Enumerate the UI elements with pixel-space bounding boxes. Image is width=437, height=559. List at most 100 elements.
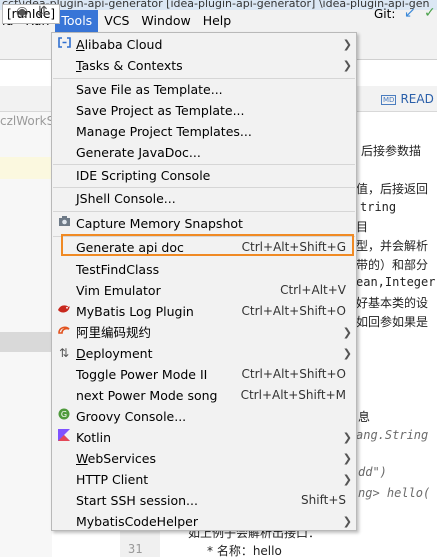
menu-item-http-client[interactable]: HTTP Client ❯	[52, 469, 356, 490]
chevron-right-icon: ❯	[342, 59, 352, 72]
code-line: 带的）和部分	[356, 258, 429, 272]
window-title-bar: cct\idea-plugin-api-generator [idea-plug…	[0, 0, 437, 10]
tab-readme[interactable]: MD READ	[376, 86, 437, 112]
menu-item-generate-javadoc[interactable]: Generate JavaDoc...	[52, 142, 356, 163]
code-line: dd")	[358, 465, 387, 479]
menu-item-shortcut: Ctrl+Alt+Shift+O	[241, 367, 346, 381]
menu-item-label: Start SSH session...	[76, 493, 198, 508]
menu-item-shortcut: Shift+S	[301, 493, 346, 507]
menu-item-label: TestFindClass	[76, 262, 160, 277]
menu-item-label: Alibaba Cloud	[76, 37, 163, 52]
menu-item-kotlin[interactable]: Kotlin ❯	[52, 427, 356, 448]
code-line: ang.String	[356, 428, 429, 442]
code-line: 后接参数描	[361, 144, 422, 158]
menu-item-label: MybatisCodeHelper	[76, 514, 198, 529]
menu-item-label: IDE Scripting Console	[76, 168, 211, 183]
menu-item-tasks-contexts[interactable]: Tasks & Contexts ❯	[52, 55, 356, 76]
menu-item-capture-memory-snapshot[interactable]: Capture Memory Snapshot	[52, 213, 356, 234]
menu-item-label: Deployment	[76, 346, 153, 361]
code-line: 息	[358, 410, 371, 424]
menu-item-shortcut: Ctrl+Alt+Shift+M	[240, 388, 346, 402]
menu-bar: ld Run Tools VCS Window Help	[0, 10, 437, 32]
menu-item-testfindclass[interactable]: TestFindClass	[52, 259, 356, 280]
chevron-right-icon: ❯	[342, 38, 352, 51]
tools-dropdown-menu: Alibaba Cloud ❯ Tasks & Contexts ❯ Save …	[51, 32, 357, 531]
alibaba-cloud-icon	[57, 34, 71, 55]
git-label: Git:	[374, 7, 396, 21]
menu-item-label: Manage Project Templates...	[76, 124, 252, 139]
menu-item-groovy-console[interactable]: G Groovy Console...	[52, 406, 356, 427]
code-line: 好基本类的设	[356, 296, 429, 310]
menu-vcs[interactable]: VCS	[98, 10, 135, 32]
menu-item-mybatis-log-plugin[interactable]: MyBatis Log Plugin Ctrl+Alt+Shift+O	[52, 301, 356, 322]
chevron-right-icon: ❯	[342, 473, 352, 486]
menu-item-jshell-console[interactable]: JShell Console...	[52, 188, 356, 209]
git-commit-icon[interactable]: ✓	[424, 5, 436, 21]
menu-help[interactable]: Help	[197, 10, 238, 32]
menu-separator	[53, 211, 355, 212]
menu-item-save-project-template[interactable]: Save Project as Template...	[52, 100, 356, 121]
deployment-icon: ⇅	[58, 346, 70, 360]
menu-item-label: Tasks & Contexts	[76, 58, 183, 73]
menu-item-deployment[interactable]: ⇅ Deployment ❯	[52, 343, 356, 364]
memory-snapshot-icon	[57, 213, 71, 234]
menu-item-label: Toggle Power Mode II	[76, 367, 208, 382]
menu-item-toggle-power-mode[interactable]: Toggle Power Mode II Ctrl+Alt+Shift+O	[52, 364, 356, 385]
menu-item-shortcut: Ctrl+Alt+Shift+G	[241, 240, 346, 254]
menu-item-label: 阿里编码规约	[76, 325, 152, 340]
menu-item-shortcut: Ctrl+Alt+V	[280, 283, 346, 297]
menu-item-start-ssh-session[interactable]: Start SSH session... Shift+S	[52, 490, 356, 511]
menu-tools[interactable]: Tools	[55, 10, 99, 32]
menu-item-label: MyBatis Log Plugin	[76, 304, 194, 319]
mybatis-bird-icon	[57, 301, 71, 322]
menu-item-vim-emulator[interactable]: Vim Emulator Ctrl+Alt+V	[52, 280, 356, 301]
git-update-icon[interactable]: ↙	[404, 5, 416, 21]
svg-text:G: G	[61, 410, 67, 419]
menu-item-label: WebServices	[76, 451, 156, 466]
menu-item-label: Generate JavaDoc...	[76, 145, 201, 160]
project-label[interactable]: czlWorkS	[0, 114, 54, 128]
collapse-icon[interactable]: ⇵	[36, 4, 48, 20]
chevron-right-icon: ❯	[342, 326, 352, 339]
menu-item-alibaba-coding[interactable]: 阿里编码规约 ❯	[52, 322, 356, 343]
code-line: 型，并会解析	[356, 239, 429, 253]
menu-item-generate-api-doc[interactable]: Generate api doc Ctrl+Alt+Shift+G	[52, 237, 356, 258]
chevron-right-icon: ❯	[342, 347, 352, 360]
menu-item-label: Vim Emulator	[76, 283, 161, 298]
menu-item-mybatiscodehelper[interactable]: MybatisCodeHelper ❯	[52, 511, 356, 532]
menu-item-webservices[interactable]: WebServices ❯	[52, 448, 356, 469]
menu-item-label: next Power Mode song	[76, 388, 218, 403]
code-line: 值，后接返回	[356, 182, 429, 196]
code-line: ean,Integer	[356, 275, 436, 289]
code-line: ng> hello(	[358, 486, 431, 500]
menu-item-label: Kotlin	[76, 430, 111, 445]
chevron-right-icon: ❯	[342, 452, 352, 465]
chevron-right-icon: ❯	[342, 431, 352, 444]
chevron-right-icon: ❯	[342, 515, 352, 528]
tab-readme-label: READ	[400, 92, 434, 106]
menu-item-label: Save File as Template...	[76, 82, 223, 97]
menu-item-alibaba-cloud[interactable]: Alibaba Cloud ❯	[52, 34, 356, 55]
menu-item-label: Groovy Console...	[76, 409, 187, 424]
window-title: cct\idea-plugin-api-generator [idea-plug…	[2, 0, 430, 10]
menu-item-ide-scripting-console[interactable]: IDE Scripting Console	[52, 165, 356, 186]
menu-item-save-file-template[interactable]: Save File as Template...	[52, 79, 356, 100]
menu-item-label: JShell Console...	[76, 191, 176, 206]
menu-item-shortcut: Ctrl+Alt+Shift+O	[241, 304, 346, 318]
alibaba-coding-icon	[57, 322, 71, 343]
code-line: 如回参如果是	[356, 315, 429, 329]
menu-item-manage-templates[interactable]: Manage Project Templates...	[52, 121, 356, 142]
code-line: tring	[360, 200, 397, 214]
project-row-highlight[interactable]	[0, 332, 52, 352]
line-number: 31	[128, 542, 143, 556]
run-config-select[interactable]: [runIde]	[2, 4, 61, 24]
menu-item-label: Capture Memory Snapshot	[76, 216, 243, 231]
target-icon[interactable]: ◉	[16, 4, 28, 20]
groovy-icon: G	[57, 406, 71, 427]
menu-item-label: Save Project as Template...	[76, 103, 245, 118]
code-line: * 名称：hello	[207, 544, 282, 558]
menu-window[interactable]: Window	[135, 10, 196, 32]
project-selected-row[interactable]	[0, 157, 52, 179]
kotlin-icon	[57, 427, 71, 448]
menu-item-next-power-mode-song[interactable]: next Power Mode song Ctrl+Alt+Shift+M	[52, 385, 356, 406]
